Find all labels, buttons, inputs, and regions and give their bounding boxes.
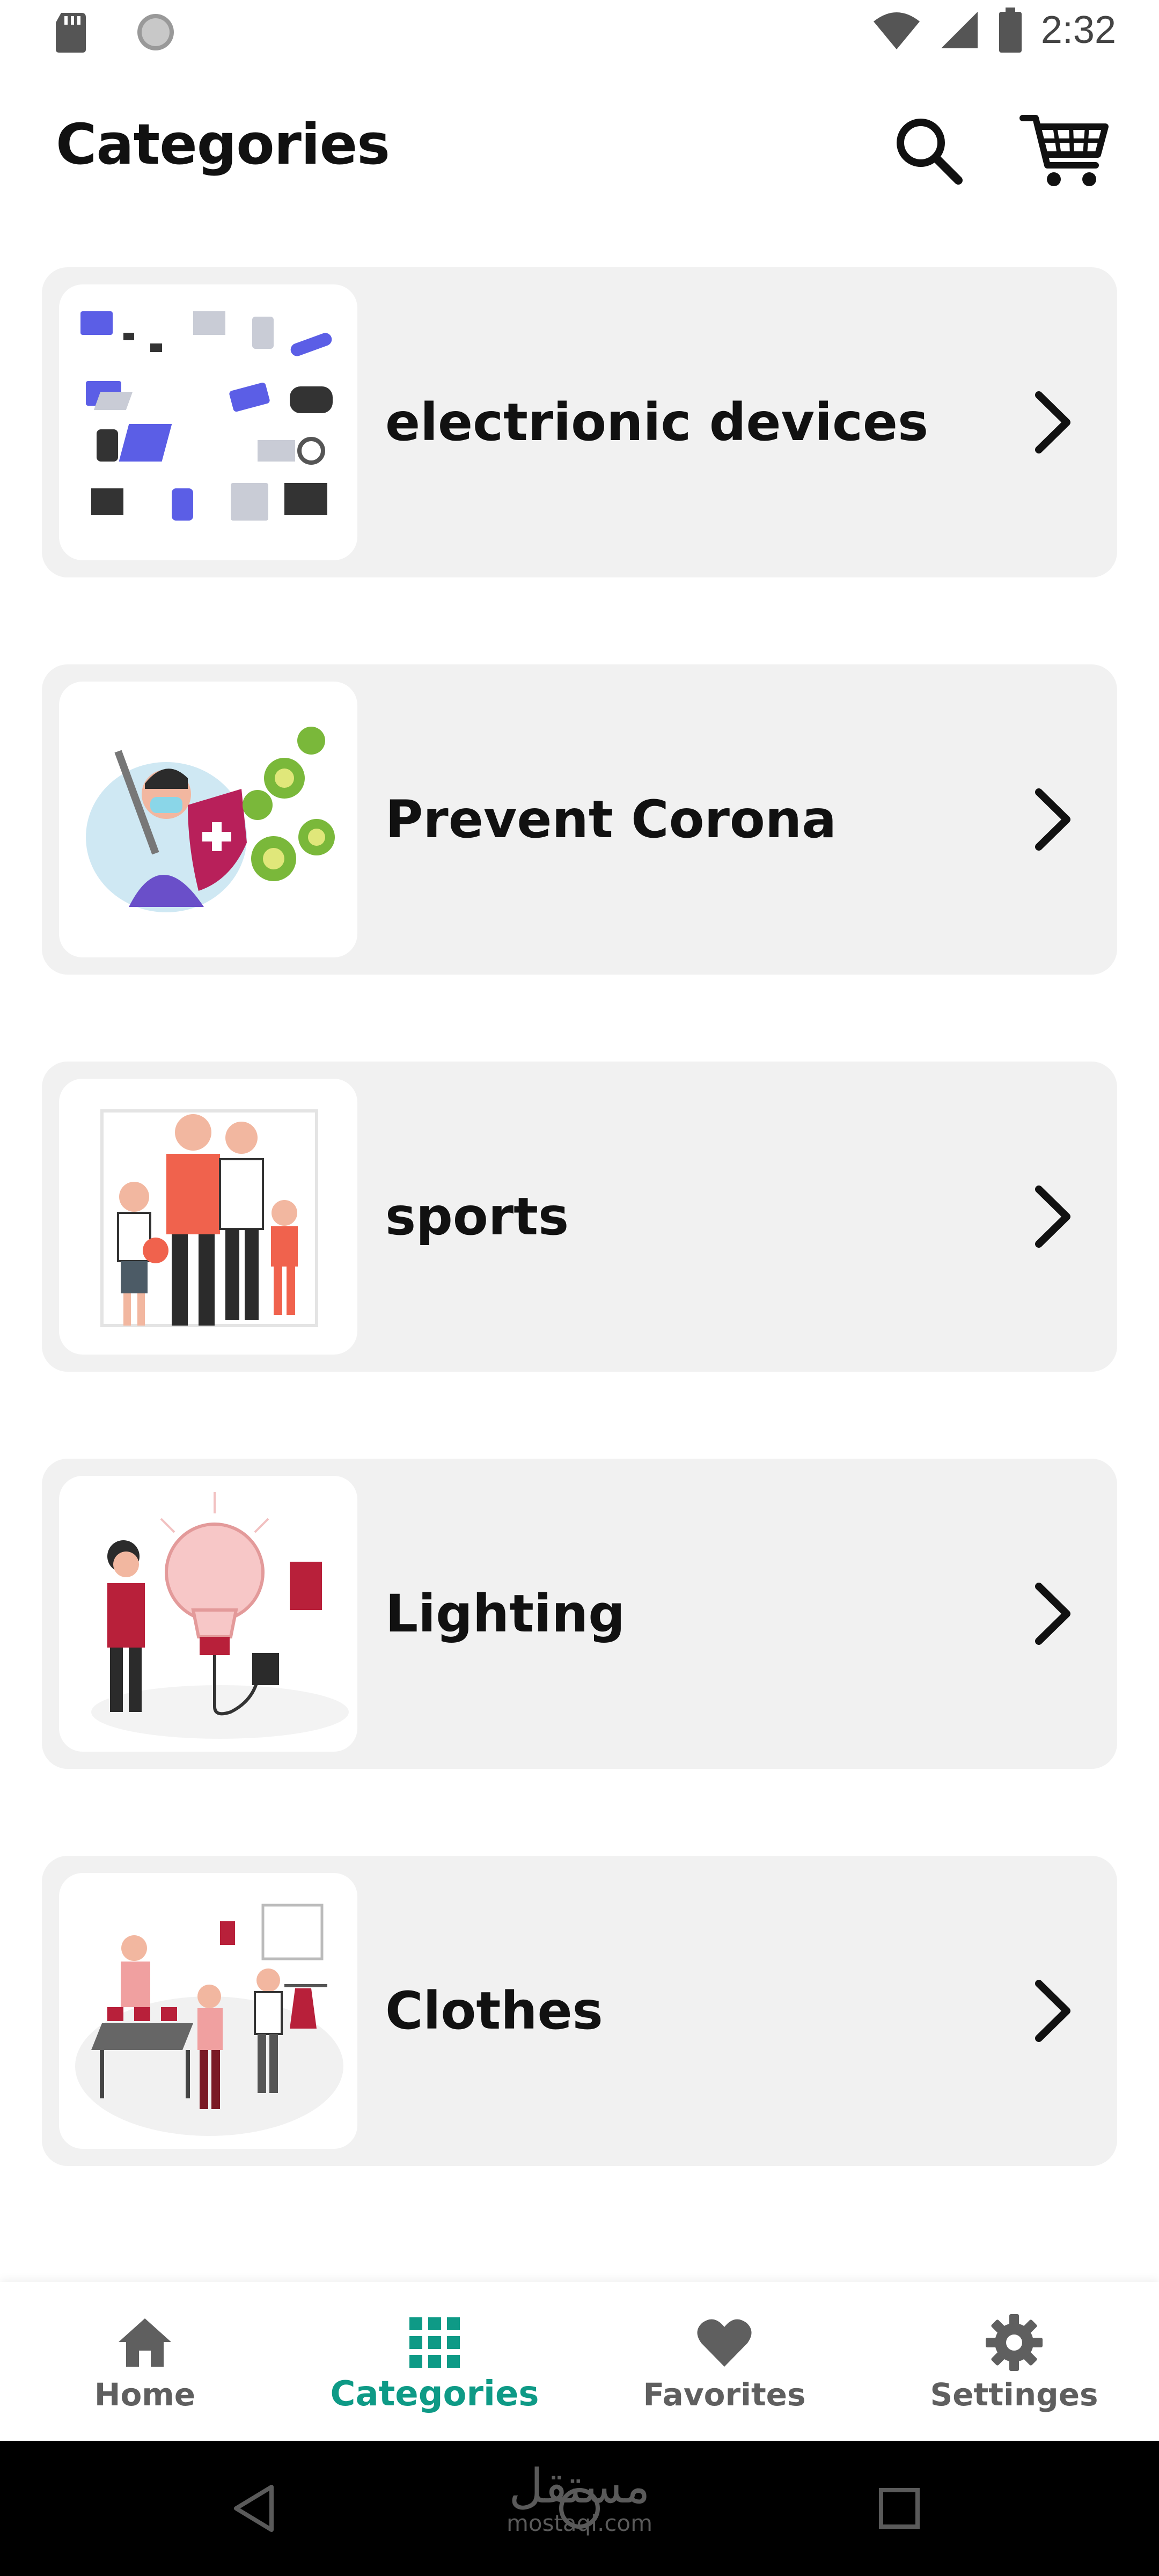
sports-family-illustration [59,1079,357,1355]
category-card-electronic-devices[interactable]: electrionic devices [42,267,1117,577]
cart-icon [1019,115,1109,186]
category-label: Lighting [385,1584,625,1644]
app-bar: Categories [0,91,1159,209]
signal-icon [941,12,978,48]
wifi-icon [873,12,920,49]
watermark-english: mostaql.com [506,2510,653,2536]
electronic-devices-illustration [59,284,357,560]
circle-notification-icon [137,14,174,50]
category-card-prevent-corona[interactable]: Prevent Corona [42,664,1117,975]
nav-item-categories[interactable]: Categories [290,2282,580,2441]
status-time: 2:32 [1040,9,1116,52]
nav-label: Home [94,2376,196,2413]
nav-label: Favorites [643,2376,806,2413]
category-label: Clothes [385,1981,603,2041]
chevron-right-icon [1035,788,1070,851]
nav-item-home[interactable]: Home [0,2282,290,2441]
page-title: Categories [56,112,390,177]
watermark: مستقل mostaql.com [504,2462,655,2536]
category-label: electrionic devices [385,392,929,452]
cart-button[interactable] [1019,111,1111,191]
category-card-sports[interactable]: sports [42,1062,1117,1372]
chevron-right-icon [1035,1583,1070,1645]
category-list: electrionic devices Prevent Corona sport… [42,267,1117,2253]
status-bar: 2:32 [0,0,1159,70]
clothes-shop-illustration [59,1873,357,2149]
category-card-clothes[interactable]: Clothes [42,1856,1117,2166]
bottom-navigation: Home Categories Favorites Settinges [0,2282,1159,2441]
nav-item-favorites[interactable]: Favorites [580,2282,869,2441]
chevron-right-icon [1035,391,1070,453]
category-label: sports [385,1187,569,1247]
heart-icon [697,2319,752,2367]
search-icon [897,119,963,185]
chevron-right-icon [1035,1980,1070,2042]
nav-label: Categories [330,2374,539,2414]
lighting-bulb-illustration [59,1476,357,1752]
recents-button[interactable] [862,2471,937,2546]
watermark-arabic: مستقل [509,2458,650,2514]
prevent-corona-illustration [59,682,357,957]
grid-icon [409,2317,460,2368]
home-icon [119,2318,171,2367]
category-label: Prevent Corona [385,789,837,850]
nav-label: Settinges [930,2376,1098,2413]
nav-item-settings[interactable]: Settinges [869,2282,1159,2441]
sd-card-icon [56,13,86,53]
chevron-right-icon [1035,1185,1070,1248]
gear-icon [986,2314,1043,2371]
system-navigation-bar: مستقل mostaql.com [0,2441,1159,2576]
battery-icon [999,8,1022,53]
search-button[interactable] [891,113,966,188]
back-button[interactable] [220,2471,295,2546]
category-card-lighting[interactable]: Lighting [42,1459,1117,1769]
